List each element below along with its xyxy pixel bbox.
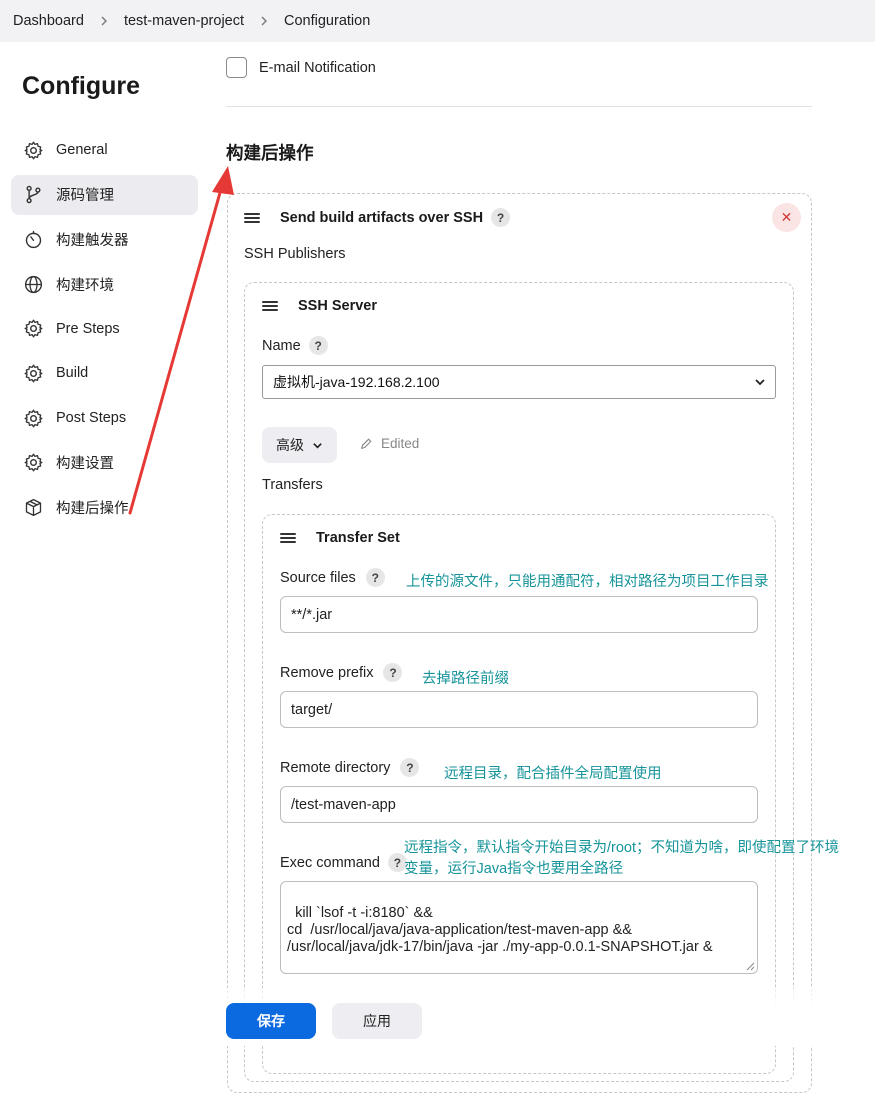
remote-directory-value: /test-maven-app — [291, 796, 396, 813]
help-icon[interactable]: ? — [400, 758, 420, 777]
help-icon[interactable]: ? — [491, 208, 511, 227]
email-notification-label[interactable]: E-mail Notification — [259, 60, 376, 76]
sidebar-item-pre-steps[interactable]: Pre Steps — [11, 309, 198, 349]
server-header: SSH Server — [262, 298, 377, 314]
source-files-input[interactable]: **/*.jar — [280, 596, 758, 633]
breadcrumb-project[interactable]: test-maven-project — [124, 13, 244, 29]
remove-prefix-annotation: 去掉路径前缀 — [422, 671, 509, 687]
transfer-title: Transfer Set — [316, 530, 400, 546]
exec-command-field-label: Exec command ? — [280, 853, 407, 872]
sidebar-item-build-triggers[interactable]: 构建触发器 — [11, 219, 198, 259]
exec-command-label: Exec command — [280, 854, 380, 871]
help-icon[interactable]: ? — [308, 336, 328, 355]
chevron-right-icon — [98, 15, 110, 27]
chevron-right-icon — [258, 15, 270, 27]
timer-icon — [22, 228, 44, 250]
publisher-title: Send build artifacts over SSH — [280, 209, 484, 226]
sidebar-item-label: 构建环境 — [56, 277, 114, 294]
globe-icon — [22, 273, 44, 295]
gear-icon — [22, 318, 44, 340]
email-notification-checkbox[interactable] — [226, 57, 247, 78]
sidebar-item-label: Post Steps — [56, 410, 127, 427]
breadcrumb-dashboard[interactable]: Dashboard — [13, 13, 84, 29]
sidebar-item-label: 构建设置 — [56, 456, 114, 473]
remove-prefix-value: target/ — [291, 701, 333, 718]
edited-indicator: Edited — [359, 436, 419, 451]
sidebar-item-post-steps[interactable]: Post Steps — [11, 398, 198, 438]
sidebar-item-post-build-actions[interactable]: 构建后操作 — [11, 488, 198, 528]
gear-icon — [22, 362, 44, 384]
sidebar-item-build[interactable]: Build — [11, 353, 198, 393]
gear-icon — [22, 139, 44, 161]
name-field-label: Name ? — [262, 336, 328, 355]
save-button[interactable]: 保存 — [226, 1003, 316, 1039]
source-files-annotation: 上传的源文件，只能用通配符，相对路径为项目工作目录 — [406, 574, 769, 590]
exec-command-annotation-line1: 远程指令，默认指令开始目录为/root；不知道为啥，即使配置了环境 — [404, 840, 840, 856]
remote-directory-field-label: Remote directory ? — [280, 758, 420, 777]
exec-command-textarea[interactable]: kill `lsof -t -i:8180` && cd /usr/local/… — [280, 881, 758, 974]
remove-prefix-input[interactable]: target/ — [280, 691, 758, 728]
ssh-server-select[interactable]: 虚拟机-java-192.168.2.100 — [262, 365, 776, 399]
transfers-label: Transfers — [262, 477, 323, 493]
email-notification-row: E-mail Notification — [226, 57, 376, 78]
sidebar-item-label: 源码管理 — [56, 188, 114, 205]
help-icon[interactable]: ? — [365, 568, 385, 587]
apply-button[interactable]: 应用 — [332, 1003, 422, 1039]
sidebar-item-source-control[interactable]: 源码管理 — [11, 174, 198, 215]
package-icon — [22, 497, 44, 519]
source-files-field-label: Source files ? — [280, 568, 385, 587]
chevron-down-icon — [313, 442, 322, 449]
pencil-icon — [361, 438, 372, 449]
remote-directory-label: Remote directory — [280, 759, 391, 776]
sidebar-item-label: General — [56, 142, 108, 158]
branch-icon — [22, 184, 44, 206]
sidebar-item-label: Pre Steps — [56, 320, 120, 337]
close-icon[interactable]: ✕ — [772, 203, 801, 232]
transfer-header: Transfer Set — [280, 530, 400, 546]
source-files-value: **/*.jar — [291, 606, 333, 623]
resize-handle-icon[interactable] — [746, 962, 755, 971]
exec-command-annotation-line2: 变量，运行Java指令也要用全路径 — [404, 861, 624, 877]
drag-handle-icon[interactable] — [262, 301, 278, 311]
divider — [226, 106, 812, 107]
section-title: 构建后操作 — [226, 143, 314, 163]
breadcrumb: Dashboard test-maven-project Configurati… — [0, 0, 875, 42]
sidebar-item-label: Build — [56, 365, 89, 382]
sidebar-item-general[interactable]: General — [11, 130, 198, 170]
server-title: SSH Server — [298, 298, 377, 314]
breadcrumb-configuration[interactable]: Configuration — [284, 13, 370, 29]
help-icon[interactable]: ? — [383, 663, 403, 682]
drag-handle-icon[interactable] — [280, 533, 296, 543]
advanced-button[interactable]: 高级 — [262, 427, 337, 463]
publisher-header: Send build artifacts over SSH ? — [244, 208, 511, 227]
gear-icon — [22, 407, 44, 429]
exec-command-value: kill `lsof -t -i:8180` && cd /usr/local/… — [287, 905, 713, 955]
sidebar-item-label: 构建后操作 — [56, 501, 129, 517]
edited-label: Edited — [381, 436, 420, 451]
footer-bar — [0, 988, 875, 1046]
remove-prefix-field-label: Remove prefix ? — [280, 663, 403, 682]
sidebar: General 源码管理 构建触发器 构建环境 Pre Steps Build … — [11, 130, 198, 532]
ssh-server-select-value: 虚拟机-java-192.168.2.100 — [273, 374, 440, 390]
sidebar-item-build-settings[interactable]: 构建设置 — [11, 443, 198, 483]
page-title: Configure — [22, 72, 141, 100]
remove-prefix-label: Remove prefix — [280, 664, 374, 681]
name-label: Name — [262, 337, 301, 354]
ssh-publishers-label: SSH Publishers — [244, 246, 346, 262]
remote-directory-annotation: 远程目录，配合插件全局配置使用 — [444, 766, 662, 782]
drag-handle-icon[interactable] — [244, 212, 260, 223]
source-files-label: Source files — [280, 569, 356, 586]
sidebar-item-build-environment[interactable]: 构建环境 — [11, 264, 198, 304]
remote-directory-input[interactable]: /test-maven-app — [280, 786, 758, 823]
chevron-down-icon — [755, 379, 765, 386]
gear-icon — [22, 452, 44, 474]
advanced-label: 高级 — [276, 437, 304, 453]
sidebar-item-label: 构建触发器 — [56, 232, 129, 249]
